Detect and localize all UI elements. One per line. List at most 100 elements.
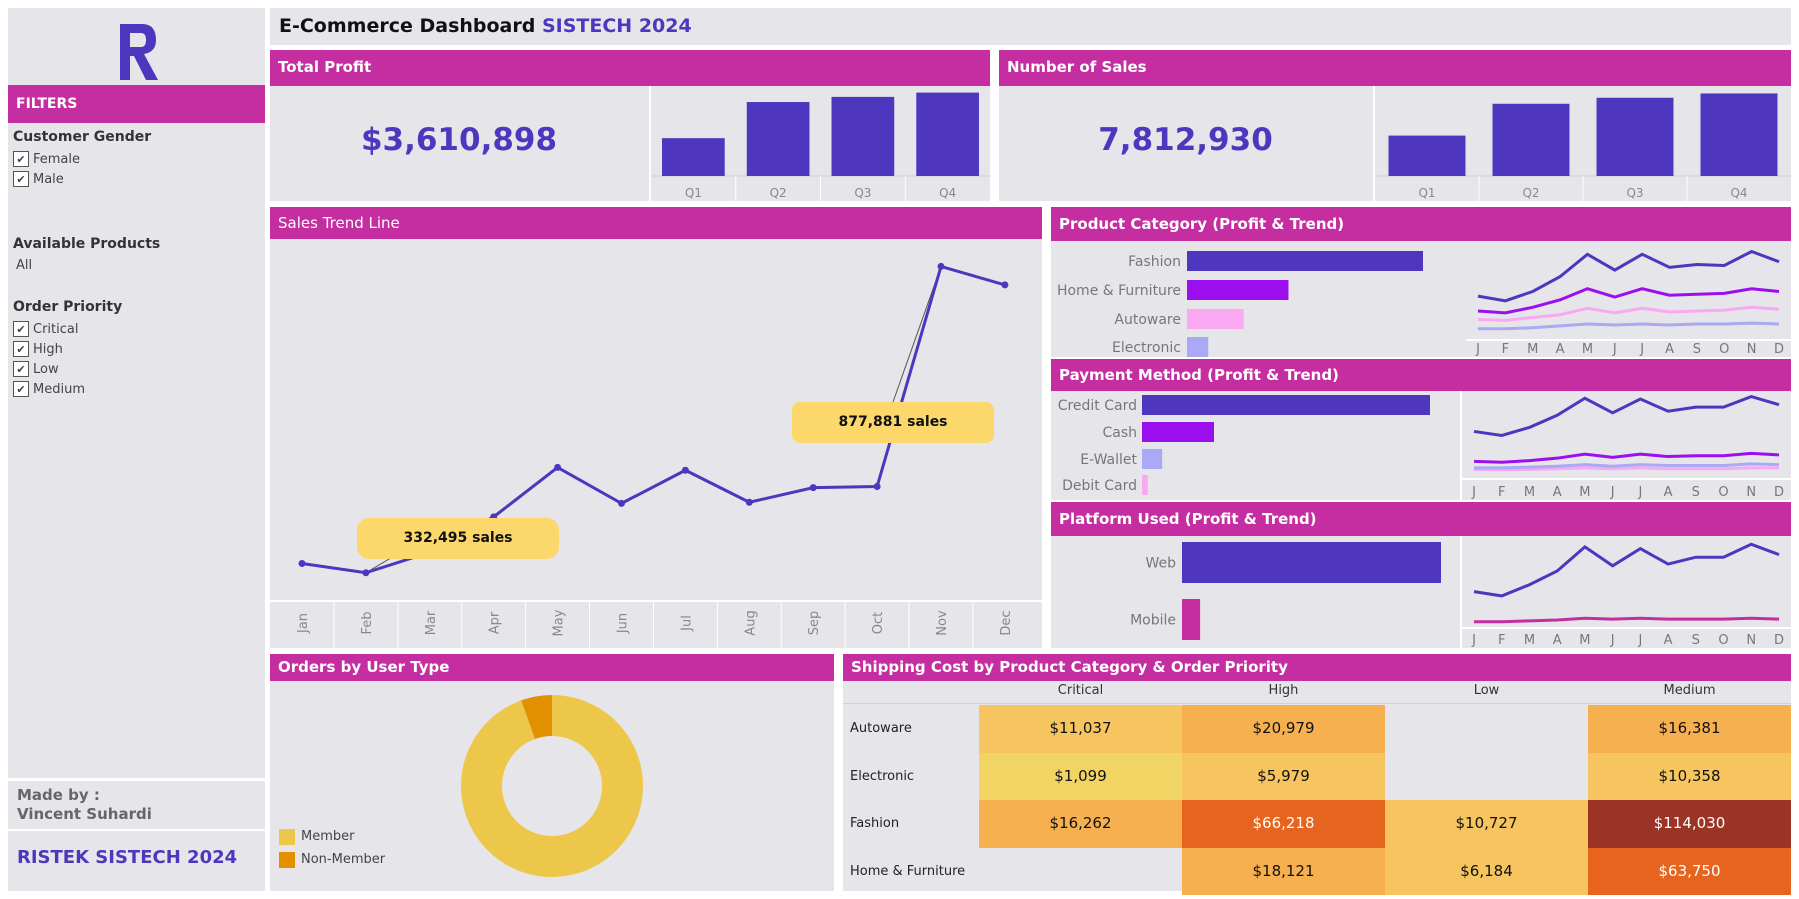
heatmap-cell: $18,121 (1182, 847, 1385, 895)
column-header-medium: Medium (1663, 683, 1716, 698)
bar-label-e-wallet: E-Wallet (1080, 452, 1137, 468)
priority-filter: ✔ Critical ✔ High ✔ Low ✔ Medium (13, 319, 85, 399)
tick-label-q1: Q1 (685, 186, 702, 200)
bar-q3 (831, 96, 895, 176)
shipping-cost-card: Shipping Cost by Product Category & Orde… (843, 654, 1791, 895)
sales-trend-header: Sales Trend Line (270, 207, 1042, 239)
bar-credit-card (1142, 395, 1430, 415)
tick-label-q4: Q4 (939, 186, 956, 200)
trend-month-label: F (1498, 633, 1505, 648)
priority-option-low[interactable]: ✔ Low (13, 359, 85, 379)
option-label: Critical (33, 321, 79, 337)
checkbox-checked-icon[interactable]: ✔ (13, 361, 29, 377)
x-tick-oct: Oct (871, 612, 886, 634)
credits-divider (8, 829, 265, 831)
gender-filter-title: Customer Gender (13, 129, 152, 145)
column-header-high: High (1268, 683, 1299, 698)
option-label: Low (33, 361, 59, 377)
bar-mobile (1182, 599, 1201, 640)
trend-month-label: F (1498, 485, 1505, 500)
bar-home-furniture (1187, 280, 1289, 300)
heatmap-cell: $11,037 (979, 705, 1182, 753)
trend-month-label: D (1774, 633, 1784, 648)
trend-month-label: A (1664, 633, 1673, 648)
bar-label-electronic: Electronic (1112, 340, 1181, 356)
x-tick-may: May (552, 609, 567, 636)
total-profit-value: $3,610,898 (360, 122, 558, 158)
user-type-legend: Member Non-Member (279, 825, 385, 871)
bar-cash (1142, 422, 1214, 442)
gender-option-female[interactable]: ✔ Female (13, 149, 80, 169)
trend-month-label: M (1524, 633, 1535, 648)
bar-electronic (1187, 337, 1209, 357)
trend-line-electronic (1478, 321, 1780, 331)
point-jul (681, 466, 689, 474)
gender-option-male[interactable]: ✔ Male (13, 169, 80, 189)
bar-label-mobile: Mobile (1130, 613, 1176, 629)
bar-q2 (1492, 103, 1570, 176)
point-dec (1001, 281, 1009, 289)
annotation-feb-label: 332,495 sales (403, 530, 513, 546)
payment-method-card: Payment Method (Profit & Trend) Credit C… (1051, 359, 1791, 500)
priority-option-medium[interactable]: ✔ Medium (13, 379, 85, 399)
annotation-feb: 332,495 sales (357, 518, 559, 559)
heatmap-cell: $10,727 (1385, 800, 1588, 848)
products-filter-value[interactable]: All (16, 258, 32, 273)
x-tick-aug: Aug (743, 610, 758, 635)
legend-swatch-non-member (279, 851, 295, 868)
point-oct (873, 483, 881, 491)
legend-label-non-member: Non-Member (301, 852, 386, 867)
trend-month-label: A (1665, 342, 1674, 357)
product-category-card: Product Category (Profit & Trend) Fashio… (1051, 207, 1791, 357)
point-jan (298, 559, 306, 567)
bar-label-debit-card: Debit Card (1062, 478, 1137, 494)
number-of-sales-quarter-chart: Q1 Q2 Q3 Q4 (1375, 93, 1791, 201)
row-label-fashion: Fashion (850, 816, 900, 831)
checkbox-checked-icon[interactable]: ✔ (13, 171, 29, 187)
number-of-sales-value: 7,812,930 (1098, 122, 1273, 158)
platform-used-card: Platform Used (Profit & Trend) Web Mobile… (1051, 502, 1791, 648)
trend-month-label: J (1471, 485, 1476, 500)
annotation-nov: 877,881 sales (792, 402, 994, 443)
checkbox-checked-icon[interactable]: ✔ (13, 381, 29, 397)
trend-month-label: M (1579, 485, 1590, 500)
trend-month-label: A (1553, 633, 1562, 648)
trend-month-label: M (1527, 342, 1538, 357)
trend-month-label: J (1610, 485, 1615, 500)
heatmap-cell: $1,099 (979, 752, 1182, 800)
filters-header: FILTERS (8, 85, 265, 123)
bar-autoware (1187, 309, 1244, 329)
trend-month-label: S (1692, 485, 1700, 500)
legend-swatch-member (279, 828, 295, 845)
x-tick-jul: Jul (679, 615, 694, 632)
platform-used-bars: Web Mobile (1130, 542, 1441, 640)
tick-label-q3: Q3 (1626, 186, 1643, 200)
heatmap-cell (1385, 753, 1588, 801)
products-filter-title: Available Products (13, 236, 161, 252)
trend-month-label: O (1718, 485, 1728, 500)
priority-option-high[interactable]: ✔ High (13, 339, 85, 359)
priority-option-critical[interactable]: ✔ Critical (13, 319, 85, 339)
bar-e-wallet (1142, 449, 1163, 469)
checkbox-checked-icon[interactable]: ✔ (13, 341, 29, 357)
x-tick-sep: Sep (807, 611, 822, 636)
option-label: High (33, 341, 63, 357)
trend-line-web (1473, 542, 1780, 598)
payment-method-header: Payment Method (Profit & Trend) (1051, 359, 1791, 391)
heatmap-cell: $10,358 (1588, 752, 1791, 800)
checkbox-checked-icon[interactable]: ✔ (13, 321, 29, 337)
heatmap-cell: $5,979 (1182, 752, 1385, 800)
trend-month-label: J (1610, 633, 1615, 648)
bar-label-web: Web (1145, 556, 1176, 572)
bar-web (1182, 542, 1441, 583)
number-of-sales-card: Number of Sales 7,812,930 Q1 Q2 Q3 Q4 (999, 50, 1791, 201)
point-may (554, 463, 562, 471)
payment-method-trend: JFMAMJJASOND (1462, 395, 1791, 500)
checkbox-checked-icon[interactable]: ✔ (13, 151, 29, 167)
x-tick-jun: Jun (616, 613, 631, 634)
orders-by-user-type-header: Orders by User Type (270, 654, 834, 681)
tick-label-q2: Q2 (1522, 186, 1539, 200)
trend-month-label: S (1693, 342, 1701, 357)
trend-month-label: M (1579, 633, 1590, 648)
trend-month-label: N (1746, 485, 1756, 500)
